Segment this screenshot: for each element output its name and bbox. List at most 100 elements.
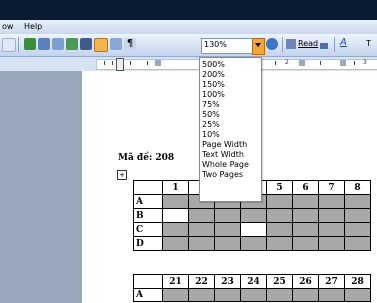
horizontal-ruler: 2 3 (0, 57, 377, 71)
indent-marker[interactable] (116, 58, 124, 71)
zoom-option-10[interactable]: 10% (202, 130, 220, 139)
ruler-tick (354, 61, 355, 65)
read-dropdown-icon[interactable] (320, 43, 328, 49)
answer-cell (344, 288, 371, 302)
menu-item-window[interactable]: ow (2, 22, 13, 31)
answer-cell (344, 222, 371, 237)
row-label: B (133, 208, 163, 223)
columns-icon[interactable] (80, 38, 92, 50)
table-header-cell: 27 (318, 274, 345, 289)
insert-excel-icon[interactable] (66, 38, 78, 50)
table-header-cell: 28 (344, 274, 371, 289)
zoom-option-500[interactable]: 500% (202, 60, 225, 69)
answer-cell (318, 288, 345, 302)
ruler-number: 2 (285, 59, 289, 66)
toolbar-fragment: T (366, 39, 371, 48)
redo-icon[interactable] (2, 38, 16, 52)
answer-cell (292, 288, 319, 302)
answer-cell (214, 288, 241, 302)
standard-toolbar: ¶ Read A T (0, 34, 377, 57)
title-bar (0, 0, 377, 20)
tables-borders-icon[interactable] (38, 38, 50, 50)
table-header-cell: 24 (240, 274, 267, 289)
ruler-number: 3 (363, 59, 367, 66)
answer-cell (344, 208, 371, 223)
table-header-row: 21 22 23 24 25 26 27 28 (133, 274, 371, 289)
answer-cell (214, 236, 241, 251)
ruler-tick (104, 61, 105, 65)
zoom-option-whole-page[interactable]: Whole Page (202, 160, 249, 169)
table-corner-cell (133, 274, 163, 289)
answer-cell (266, 208, 293, 223)
zoom-option-75[interactable]: 75% (202, 100, 220, 109)
styles-icon[interactable]: A (340, 37, 347, 48)
hyperlink-icon[interactable] (24, 38, 36, 50)
answer-cell (292, 208, 319, 223)
answer-cell (162, 194, 189, 209)
table-corner-cell (133, 180, 163, 195)
table-row: B (133, 208, 371, 223)
toolbar-separator (282, 37, 283, 52)
answer-cell (318, 222, 345, 237)
answer-cell (292, 236, 319, 251)
toolbar-separator (18, 37, 19, 52)
ruler-tick (275, 61, 276, 65)
table-header-cell: 25 (266, 274, 293, 289)
zoom-option-150[interactable]: 150% (202, 80, 225, 89)
table-header-cell: 5 (266, 180, 293, 195)
zoom-dropdown-button[interactable] (252, 38, 265, 55)
row-label: C (133, 222, 163, 237)
zoom-option-text-width[interactable]: Text Width (202, 150, 244, 159)
answer-table-2: 21 22 23 24 25 26 27 28 A (133, 274, 371, 302)
table-row: C (133, 222, 371, 237)
answer-cell (344, 194, 371, 209)
answer-cell (344, 236, 371, 251)
toolbar-separator (334, 37, 335, 52)
read-button[interactable]: Read (298, 39, 318, 48)
table-header-cell: 23 (214, 274, 241, 289)
answer-cell (266, 236, 293, 251)
insert-table-icon[interactable] (52, 38, 64, 50)
ruler-tick (147, 61, 148, 65)
show-hide-icon[interactable]: ¶ (124, 38, 136, 50)
answer-cell (162, 236, 189, 251)
zoom-option-25[interactable]: 25% (202, 120, 220, 129)
zoom-option-100[interactable]: 100% (202, 90, 225, 99)
row-label: D (133, 236, 163, 251)
answer-cell (266, 194, 293, 209)
help-icon[interactable] (266, 38, 278, 50)
answer-cell (292, 194, 319, 209)
row-label: A (133, 288, 163, 302)
zoom-option-two-pages[interactable]: Two Pages (202, 170, 243, 179)
drawing-icon[interactable] (94, 38, 108, 52)
zoom-dropdown-list: 500% 200% 150% 100% 75% 50% 25% 10% Page… (199, 57, 262, 202)
zoom-option-200[interactable]: 200% (202, 70, 225, 79)
answer-cell (162, 222, 189, 237)
zoom-option-page-width[interactable]: Page Width (202, 140, 247, 149)
answer-cell (162, 288, 189, 302)
answer-cell (266, 222, 293, 237)
column-marker[interactable] (340, 60, 346, 66)
table-header-cell: 7 (318, 180, 345, 195)
chevron-down-icon (255, 43, 261, 47)
table-move-handle-icon[interactable]: + (117, 170, 127, 180)
ruler-tick (112, 61, 113, 65)
menu-item-help[interactable]: Help (24, 22, 42, 31)
table-header-cell: 26 (292, 274, 319, 289)
column-marker[interactable] (299, 60, 305, 66)
menu-bar: ow Help (0, 20, 377, 34)
table-header-cell: 8 (344, 180, 371, 195)
answer-cell (214, 222, 241, 237)
answer-cell (318, 194, 345, 209)
zoom-option-50[interactable]: 50% (202, 110, 220, 119)
answer-cell (240, 236, 267, 251)
read-icon[interactable] (286, 39, 296, 49)
column-marker[interactable] (155, 60, 161, 66)
ruler-tick (320, 61, 321, 65)
row-label: A (133, 194, 163, 209)
answer-cell (240, 208, 267, 223)
document-map-icon[interactable] (110, 38, 122, 50)
answer-cell (188, 222, 215, 237)
answer-cell (162, 208, 189, 223)
table-header-cell: 21 (162, 274, 189, 289)
